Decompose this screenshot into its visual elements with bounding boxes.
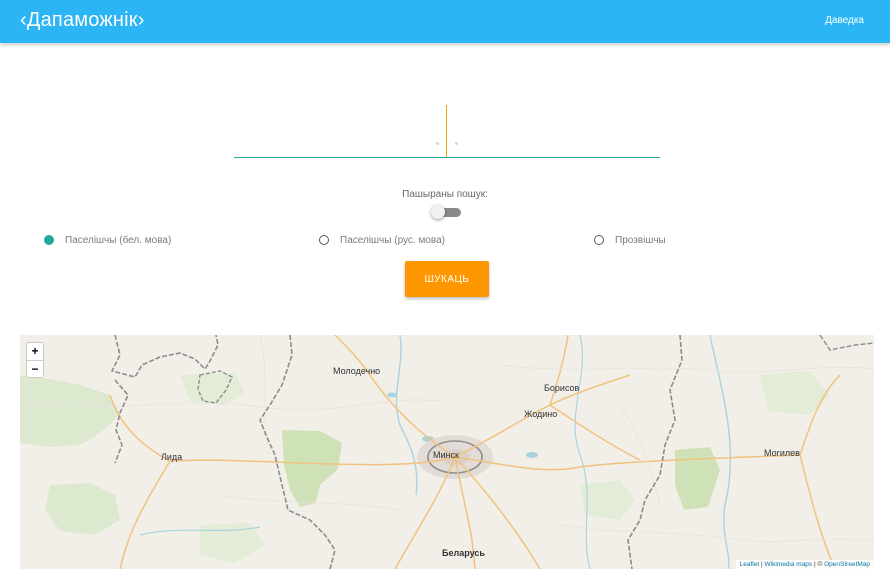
map-label-borisov: Борисов (544, 383, 580, 393)
radio-settlements-be[interactable]: Паселішчы (бел. мова) (44, 233, 171, 247)
leaflet-link[interactable]: Leaflet (740, 561, 760, 568)
radio-label: Паселішчы (бел. мова) (65, 234, 172, 246)
map-attribution: Leaflet | Wikimedia maps | © OpenStreetM… (735, 560, 874, 569)
search-button[interactable]: ШУКАЦЬ (405, 261, 489, 297)
map-label-lida: Лида (161, 452, 183, 462)
radio-settlements-ru[interactable]: Паселішчы (рус. мова) (319, 233, 445, 247)
app-title[interactable]: ‹Дапаможнік› (20, 9, 145, 32)
advanced-search-toggle[interactable] (431, 205, 461, 219)
text-caret (446, 105, 447, 157)
help-link[interactable]: Даведка (825, 15, 864, 26)
radio-surnames[interactable]: Прозвішчы (594, 233, 666, 247)
zoom-control: + − (26, 342, 44, 378)
radio-button[interactable] (594, 235, 604, 245)
radio-button[interactable] (319, 235, 329, 245)
zoom-out-button[interactable]: − (27, 360, 43, 377)
map-label-zhodino: Жодино (524, 409, 558, 419)
zoom-in-button[interactable]: + (27, 343, 43, 360)
radio-label: Паселішчы (рус. мова) (340, 234, 445, 246)
app-header: ‹Дапаможнік› Даведка (0, 0, 890, 43)
advanced-search-label: Пашыраны пошук: (402, 189, 488, 200)
input-dot-right (455, 142, 458, 145)
map-label-belarus: Беларусь (442, 548, 485, 558)
search-input[interactable] (234, 102, 660, 158)
search-field[interactable] (234, 102, 660, 158)
map[interactable]: + − Молодечно Борисов Жодино Лида Минск … (20, 335, 874, 569)
map-label-mogilev: Могилев (764, 448, 800, 458)
osm-link[interactable]: OpenStreetMap (824, 561, 870, 568)
map-label-minsk: Минск (433, 450, 459, 460)
map-label-molodechno: Молодечно (333, 366, 381, 376)
input-dot-left (436, 142, 439, 145)
radio-button[interactable] (44, 235, 54, 245)
radio-label: Прозвішчы (615, 234, 666, 246)
toggle-knob[interactable] (431, 205, 445, 219)
wikimedia-link[interactable]: Wikimedia maps (765, 561, 813, 568)
